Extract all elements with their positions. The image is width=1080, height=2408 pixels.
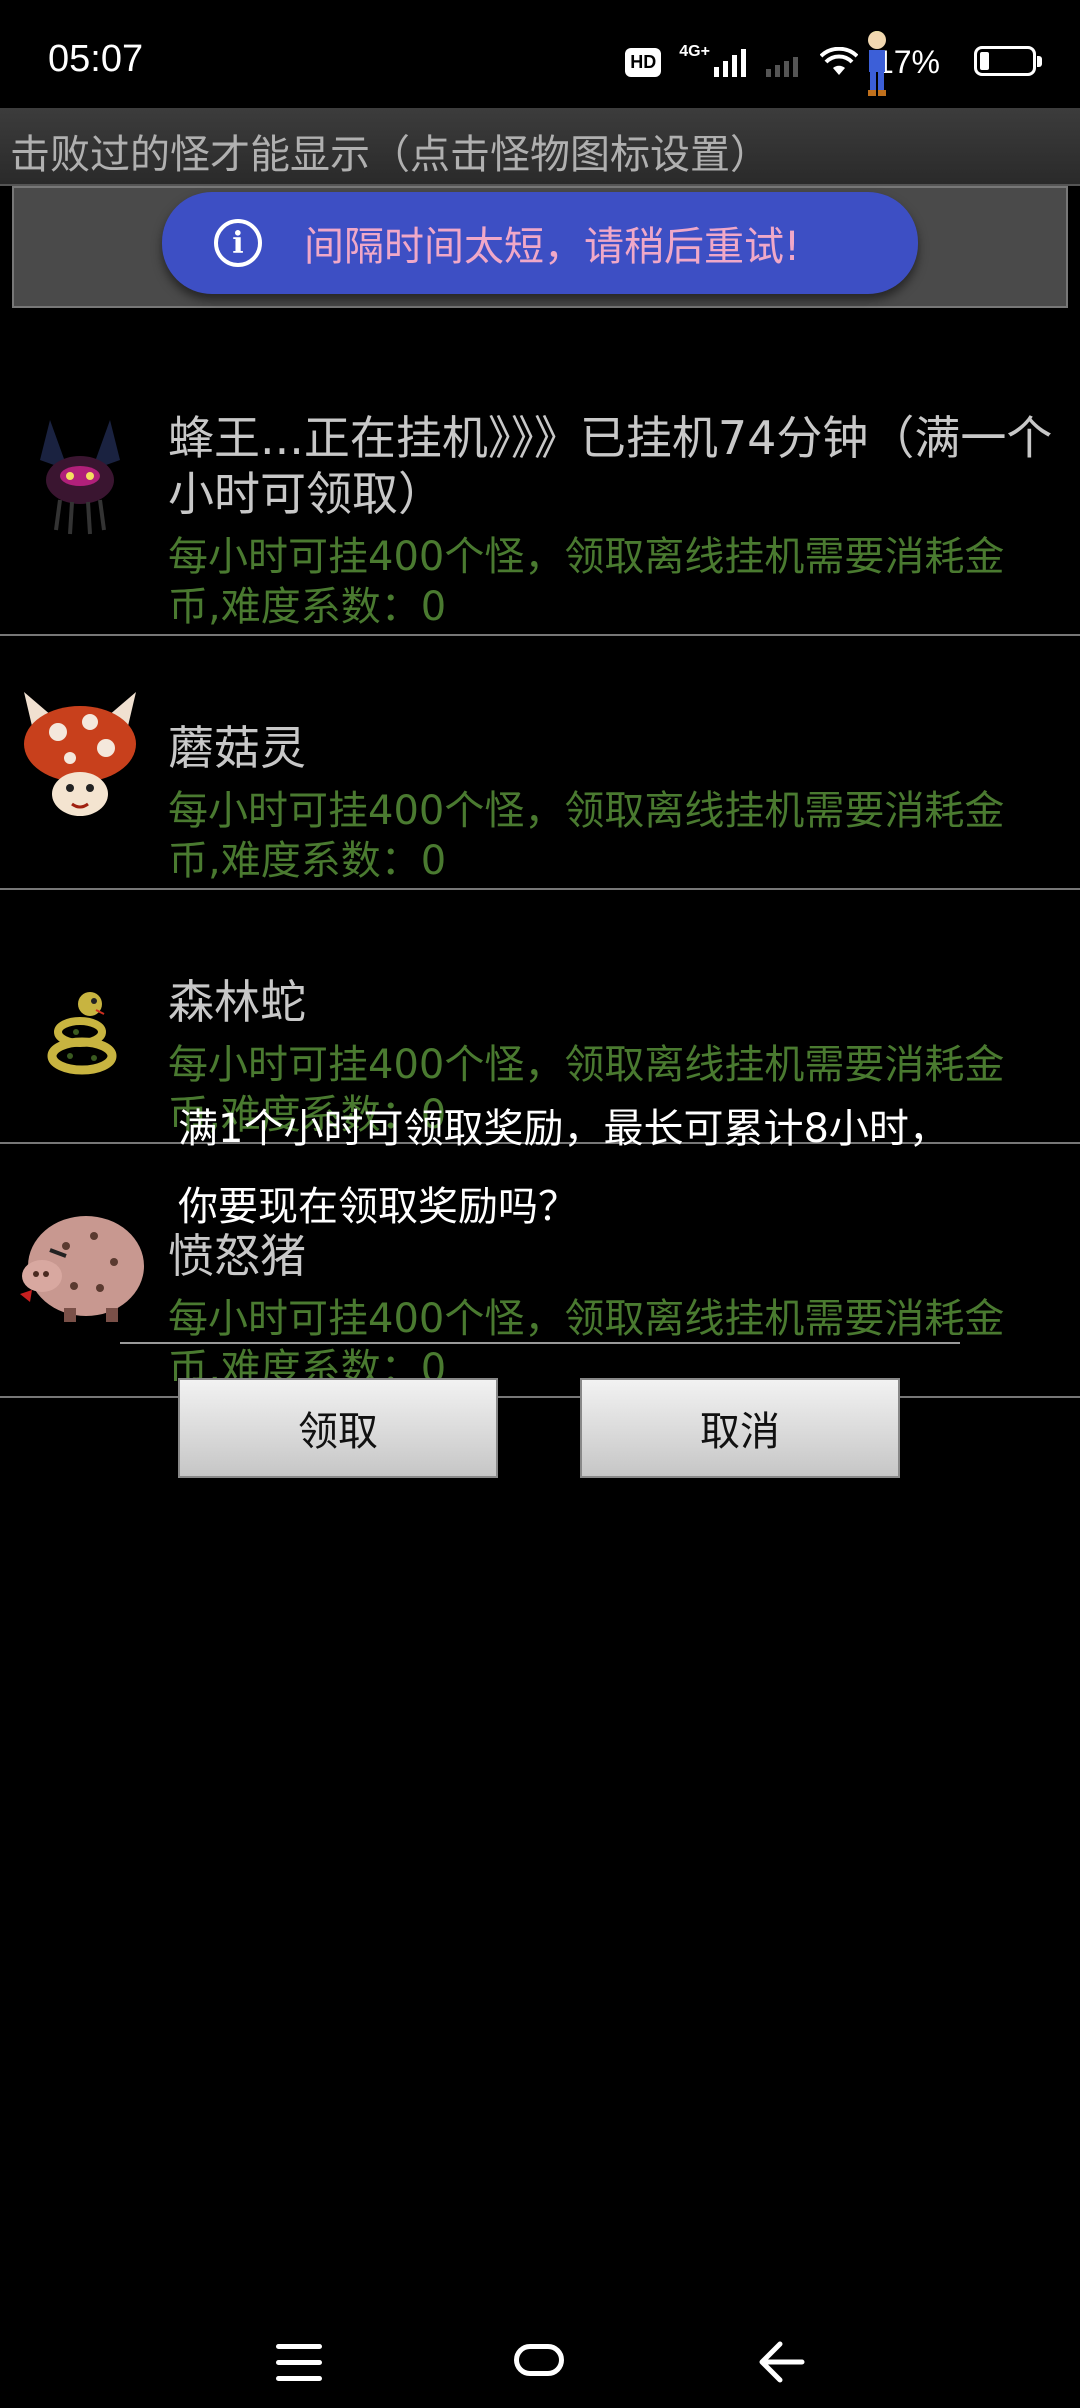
monster-desc: 每小时可挂400个怪，领取离线挂机需要消耗金币,难度系数：0 bbox=[168, 534, 1005, 630]
signal-icon bbox=[713, 49, 746, 77]
bee-king-icon[interactable] bbox=[10, 400, 150, 550]
claim-button[interactable]: 领取 bbox=[178, 1378, 498, 1478]
status-bar: 05:07 HD 4G+ 17% bbox=[0, 0, 1080, 120]
monster-name: 森林蛇 bbox=[168, 975, 306, 1029]
list-item-bee-king[interactable]: 蜂王...正在挂机》》》已挂机74分钟（满一个小时可领取） 每小时可挂400个怪… bbox=[0, 382, 1080, 636]
toast-text: 间隔时间太短，请稍后重试! bbox=[304, 224, 801, 270]
mushroom-spirit-icon[interactable] bbox=[10, 686, 150, 836]
back-arrow-icon[interactable] bbox=[756, 2340, 806, 2384]
wifi-icon bbox=[819, 47, 858, 75]
player-sprite-icon bbox=[868, 31, 886, 96]
dialog-divider bbox=[120, 1342, 960, 1344]
monster-desc: 每小时可挂400个怪，领取离线挂机需要消耗金币,难度系数：0 bbox=[168, 788, 1005, 884]
battery-fill bbox=[980, 52, 989, 70]
monster-name: 蜂王...正在挂机》》》已挂机74分钟（满一个小时可领取） bbox=[168, 411, 1053, 521]
signal-empty-icon bbox=[765, 57, 798, 77]
hint-bar: 击败过的怪才能显示（点击怪物图标设置） bbox=[0, 108, 1080, 186]
navigation-bar bbox=[0, 2300, 1080, 2408]
network-type-label: 4G+ bbox=[679, 43, 710, 60]
menu-icon[interactable] bbox=[276, 2344, 322, 2382]
cancel-button[interactable]: 取消 bbox=[580, 1378, 900, 1478]
hd-icon: HD bbox=[625, 47, 662, 77]
info-icon: i bbox=[214, 219, 262, 267]
dialog-message: 满1个小时可领取奖励，最长可累计8小时，你要现在领取奖励吗？ bbox=[178, 1106, 949, 1230]
toast-message: i 间隔时间太短，请稍后重试! bbox=[162, 192, 918, 294]
hint-text: 击败过的怪才能显示（点击怪物图标设置） bbox=[10, 132, 770, 178]
home-icon[interactable] bbox=[514, 2344, 564, 2376]
status-time: 05:07 bbox=[48, 38, 144, 80]
angry-pig-icon[interactable] bbox=[10, 1190, 150, 1340]
forest-snake-icon[interactable] bbox=[10, 970, 150, 1120]
battery-icon bbox=[974, 46, 1042, 76]
monster-name: 蘑菇灵 bbox=[168, 721, 306, 775]
list-item-mushroom-spirit[interactable]: 蘑菇灵 每小时可挂400个怪，领取离线挂机需要消耗金币,难度系数：0 bbox=[0, 636, 1080, 890]
